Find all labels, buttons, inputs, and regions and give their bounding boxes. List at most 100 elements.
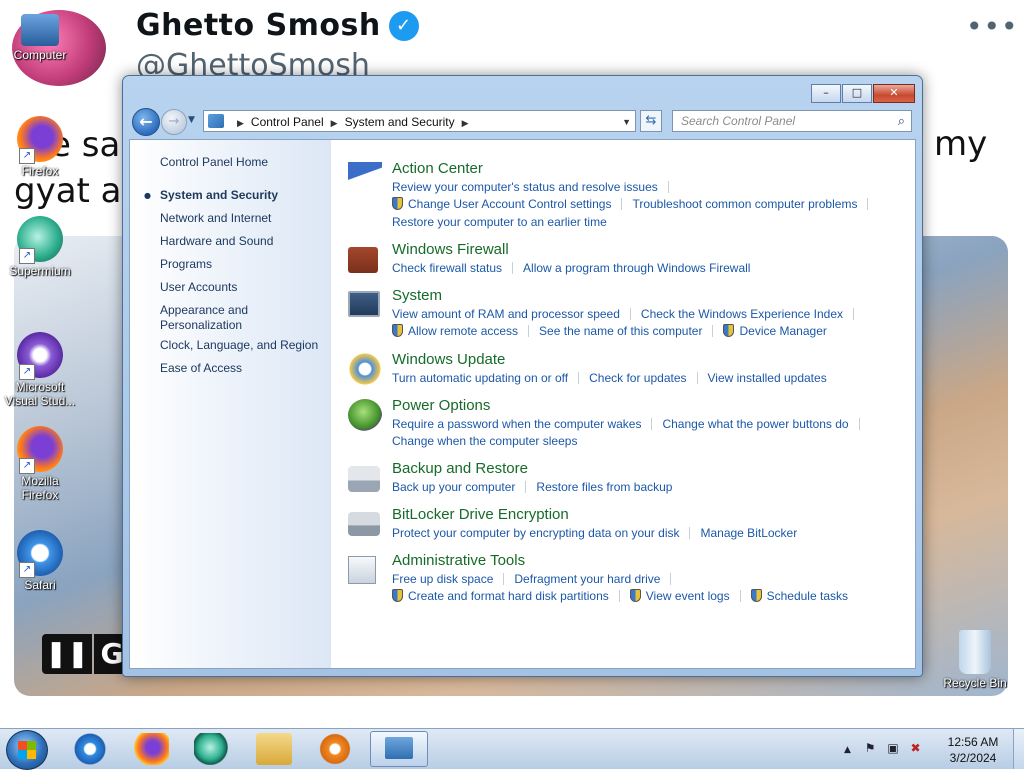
breadcrumb-separator-icon[interactable]: ▶ xyxy=(237,118,244,128)
video-pause-button[interactable]: ❚❚ xyxy=(42,634,92,674)
nav-system-and-security[interactable]: System and Security xyxy=(160,188,278,203)
desktop-icon-visual-studio[interactable]: ↗ Microsoft Visual Stud... xyxy=(4,332,76,408)
forward-button[interactable]: → xyxy=(161,109,187,135)
link-change-uac[interactable]: Change User Account Control settings xyxy=(408,197,611,211)
show-hidden-icons-button[interactable]: ▲ xyxy=(844,745,851,755)
recent-pages-dropdown-icon[interactable]: ▼ xyxy=(188,115,195,125)
nav-ease-of-access[interactable]: Ease of Access xyxy=(160,361,242,376)
clock-time: 12:56 AM xyxy=(947,735,999,749)
link-computer-name[interactable]: See the name of this computer xyxy=(539,324,702,338)
control-panel-window: – □ ✕ ← → ▼ ▶ Control Panel ▶ System and Se… xyxy=(122,75,923,677)
more-options-icon[interactable]: ••• xyxy=(966,10,1019,43)
file-explorer-icon[interactable] xyxy=(256,733,292,765)
system-monitor-icon xyxy=(348,291,380,317)
link-check-firewall[interactable]: Check firewall status xyxy=(392,261,502,275)
breadcrumb-control-panel[interactable]: Control Panel xyxy=(251,115,324,129)
control-panel-taskbar-button[interactable] xyxy=(370,731,428,767)
link-separator xyxy=(525,481,527,493)
desktop-icon-label: Computer xyxy=(13,48,67,62)
nav-network-and-internet[interactable]: Network and Internet xyxy=(160,211,271,226)
link-review-status[interactable]: Review your computer's status and resolv… xyxy=(392,180,658,194)
link-allow-program[interactable]: Allow a program through Windows Firewall xyxy=(523,261,750,275)
network-icon[interactable]: ▣ xyxy=(887,741,898,755)
back-button[interactable]: ← xyxy=(132,108,160,136)
close-button[interactable]: ✕ xyxy=(873,84,915,103)
nav-appearance-and-personalization[interactable]: Appearance and Personalization xyxy=(160,303,248,333)
desktop-icon-label: Mozilla Firefox xyxy=(21,474,59,502)
link-computer-sleeps[interactable]: Change when the computer sleeps xyxy=(392,434,577,448)
refresh-button[interactable]: ⇆ xyxy=(640,110,662,132)
search-icon[interactable]: ⌕ xyxy=(898,111,905,131)
minimize-button[interactable]: – xyxy=(811,84,841,103)
address-dropdown-icon[interactable]: ▼ xyxy=(622,111,631,133)
internet-explorer-icon[interactable] xyxy=(72,733,108,765)
link-defragment[interactable]: Defragment your hard drive xyxy=(514,572,660,586)
category-title[interactable]: System xyxy=(392,287,442,304)
link-device-manager[interactable]: Device Manager xyxy=(739,324,826,338)
link-separator xyxy=(689,527,691,539)
search-placeholder: Search Control Panel xyxy=(681,114,796,128)
link-separator xyxy=(528,325,530,337)
category-title[interactable]: BitLocker Drive Encryption xyxy=(392,506,569,523)
nav-control-panel-home[interactable]: Control Panel Home xyxy=(160,155,268,170)
link-schedule-tasks[interactable]: Schedule tasks xyxy=(767,589,848,603)
link-separator xyxy=(651,418,653,430)
nav-programs[interactable]: Programs xyxy=(160,257,212,272)
firefox-icon[interactable] xyxy=(133,733,169,765)
show-desktop-button[interactable] xyxy=(1013,729,1024,769)
link-experience-index[interactable]: Check the Windows Experience Index xyxy=(641,307,843,321)
link-back-up[interactable]: Back up your computer xyxy=(392,480,515,494)
link-troubleshoot[interactable]: Troubleshoot common computer problems xyxy=(632,197,857,211)
address-bar[interactable]: ▶ Control Panel ▶ System and Security ▶ ▼ xyxy=(203,110,636,132)
nav-hardware-and-sound[interactable]: Hardware and Sound xyxy=(160,234,273,249)
maximize-button[interactable]: □ xyxy=(842,84,872,103)
link-installed-updates[interactable]: View installed updates xyxy=(708,371,827,385)
volume-muted-icon[interactable]: ✖ xyxy=(911,741,921,755)
category-title[interactable]: Action Center xyxy=(392,160,483,177)
desktop-icon-recycle-bin[interactable]: Recycle Bin xyxy=(940,630,1010,690)
link-view-ram[interactable]: View amount of RAM and processor speed xyxy=(392,307,620,321)
category-title[interactable]: Administrative Tools xyxy=(392,552,525,569)
link-power-buttons[interactable]: Change what the power buttons do xyxy=(662,417,848,431)
clock-date: 3/2/2024 xyxy=(949,751,997,765)
link-require-password[interactable]: Require a password when the computer wak… xyxy=(392,417,641,431)
shortcut-arrow-icon: ↗ xyxy=(19,364,35,380)
desktop-icon-safari[interactable]: ↗ Safari xyxy=(4,530,76,592)
link-protect-disk[interactable]: Protect your computer by encrypting data… xyxy=(392,526,679,540)
control-panel-icon xyxy=(385,737,413,759)
action-center-flag-icon[interactable]: ⚑ xyxy=(865,741,876,755)
link-restore-files[interactable]: Restore files from backup xyxy=(536,480,672,494)
category-title[interactable]: Windows Firewall xyxy=(392,241,509,258)
link-manage-bitlocker[interactable]: Manage BitLocker xyxy=(700,526,797,540)
link-event-logs[interactable]: View event logs xyxy=(646,589,730,603)
backup-restore-icon xyxy=(348,466,380,492)
start-button[interactable] xyxy=(6,730,48,770)
search-input[interactable]: Search Control Panel ⌕ xyxy=(672,110,912,132)
category-title[interactable]: Power Options xyxy=(392,397,490,414)
link-auto-update[interactable]: Turn automatic updating on or off xyxy=(392,371,568,385)
nav-clock-language-region[interactable]: Clock, Language, and Region xyxy=(160,338,318,353)
clock[interactable]: 12:56 AM 3/2/2024 xyxy=(941,734,1005,766)
link-free-disk-space[interactable]: Free up disk space xyxy=(392,572,493,586)
nav-user-accounts[interactable]: User Accounts xyxy=(160,280,237,295)
desktop-icon-computer[interactable]: Computer xyxy=(4,14,76,62)
desktop-icon-firefox[interactable]: ↗ Firefox xyxy=(4,116,76,178)
breadcrumb-separator-icon[interactable]: ▶ xyxy=(462,118,469,128)
supermium-icon[interactable] xyxy=(194,733,230,765)
link-separator xyxy=(670,573,672,585)
link-allow-remote[interactable]: Allow remote access xyxy=(408,324,518,338)
tweet-author-name-text: Ghetto Smosh xyxy=(136,8,381,43)
breadcrumb-separator-icon[interactable]: ▶ xyxy=(331,118,338,128)
desktop-icon-mozilla-firefox[interactable]: ↗ Mozilla Firefox xyxy=(4,426,76,502)
media-player-icon[interactable] xyxy=(317,733,353,765)
desktop-icon-supermium[interactable]: ↗ Supermium xyxy=(4,216,76,278)
breadcrumb-system-and-security[interactable]: System and Security xyxy=(345,115,455,129)
link-restore-computer[interactable]: Restore your computer to an earlier time xyxy=(392,215,607,229)
category-title[interactable]: Backup and Restore xyxy=(392,460,528,477)
link-disk-partitions[interactable]: Create and format hard disk partitions xyxy=(408,589,609,603)
recycle-bin-icon xyxy=(959,630,991,674)
link-check-updates[interactable]: Check for updates xyxy=(589,371,686,385)
category-title[interactable]: Windows Update xyxy=(392,351,505,368)
uac-shield-icon xyxy=(392,589,403,602)
category-links: View amount of RAM and processor speed Ch… xyxy=(392,307,864,321)
